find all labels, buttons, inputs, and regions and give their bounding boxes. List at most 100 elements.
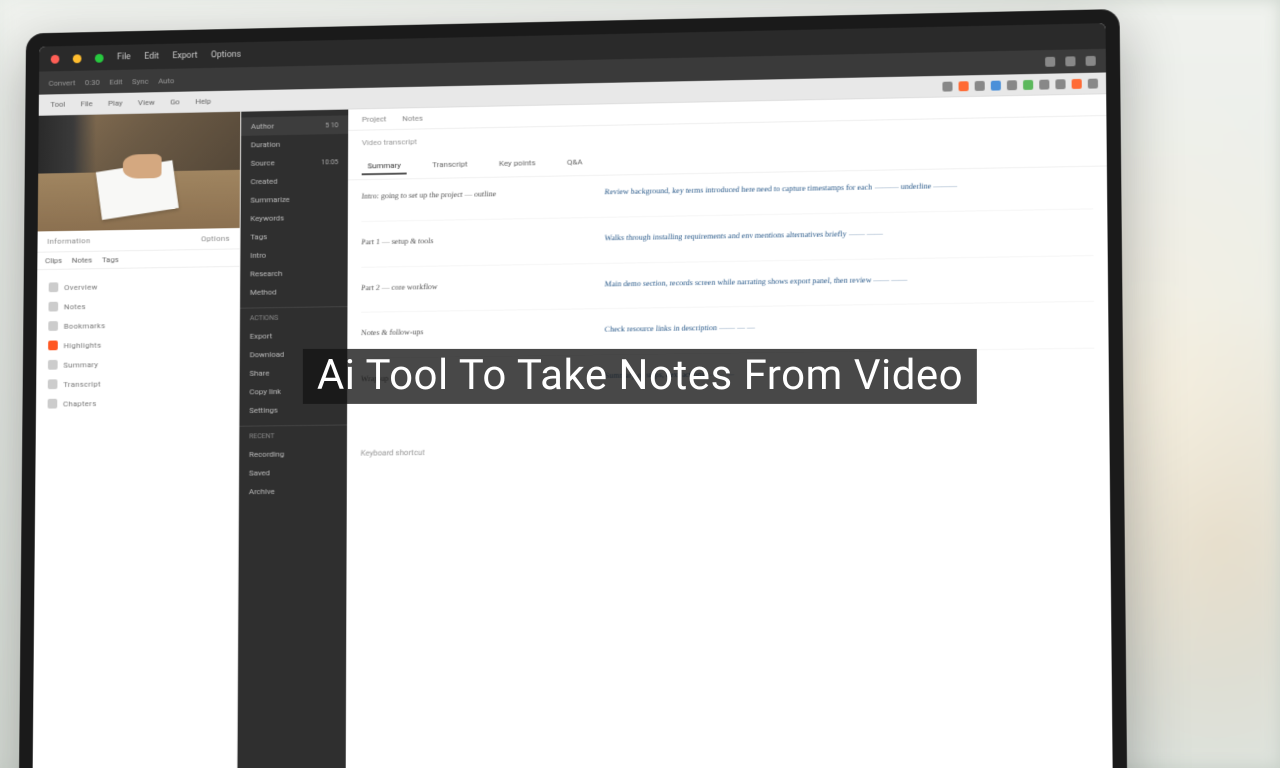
sidebar-item[interactable]: Recording — [239, 444, 347, 464]
sidebar-badge: 5 10 — [325, 121, 338, 129]
note-block: Part 2 — core workflow Main demo section… — [361, 270, 1094, 314]
sidebar-item[interactable]: Created — [241, 171, 348, 191]
ribbon-item[interactable]: Tool — [46, 98, 69, 111]
sidebar-label: Copy link — [249, 387, 281, 396]
hw-text: shows export panel, then review — [767, 273, 872, 289]
sidebar-item[interactable]: Export — [240, 326, 347, 346]
ribbon-icon[interactable] — [1007, 80, 1017, 90]
sidebar-label: Duration — [251, 140, 280, 149]
sidebar-item[interactable]: Intro — [240, 245, 347, 265]
hw-text: Part 1 — setup & tools — [361, 234, 434, 249]
sidebar-item[interactable]: Method — [240, 282, 347, 302]
sidebar-item[interactable]: Duration — [241, 134, 348, 154]
sidebar-badge: 10:05 — [321, 158, 338, 166]
item-icon — [49, 282, 59, 292]
ribbon-icon[interactable] — [1039, 79, 1049, 89]
sidebar-label: Share — [249, 369, 269, 378]
notes-body[interactable]: Intro: going to set up the project — out… — [347, 166, 1110, 470]
list-item[interactable]: Chapters — [36, 392, 239, 414]
sidebar-item[interactable]: Saved — [239, 463, 347, 483]
sidebar-item[interactable]: Summarize — [241, 189, 348, 209]
section-title: Recent — [249, 432, 274, 440]
sidebar-item[interactable]: Tags — [241, 226, 348, 246]
ribbon-icon[interactable] — [1088, 78, 1098, 88]
toolbar-icon[interactable] — [1045, 57, 1055, 67]
menu-export[interactable]: Export — [172, 51, 197, 61]
ribbon-item[interactable]: Go — [166, 96, 183, 109]
ribbon-icon[interactable] — [975, 80, 985, 90]
menu-edit[interactable]: Edit — [144, 52, 159, 62]
left-tab[interactable]: Clips — [45, 256, 62, 265]
menu-options[interactable]: Options — [211, 50, 241, 60]
sidebar-label: Created — [251, 177, 278, 186]
left-list: Overview Notes Bookmarks Highlights Summ… — [32, 267, 239, 768]
sidebar-item[interactable]: Source 10:05 — [241, 152, 348, 172]
list-item[interactable]: Transcript — [36, 372, 239, 394]
tool-auto[interactable]: Auto — [158, 76, 174, 85]
menu-file[interactable]: File — [117, 52, 131, 62]
ribbon-item[interactable]: Play — [104, 97, 126, 110]
note-heading: Part 1 — setup & tools — [361, 232, 592, 257]
note-heading: Part 2 — core workflow — [361, 277, 592, 302]
item-label: Highlights — [64, 340, 102, 349]
sidebar-section: Actions — [240, 306, 347, 327]
thumb-hand — [123, 154, 162, 179]
toolbar-icon[interactable] — [1086, 56, 1096, 66]
item-icon — [48, 379, 58, 389]
ribbon-icon[interactable] — [991, 80, 1001, 90]
ribbon-item[interactable]: File — [77, 97, 97, 110]
ribbon-icon[interactable] — [942, 81, 952, 91]
note-block: Intro: going to set up the project — out… — [362, 177, 1094, 222]
hw-text: Intro: going to set up the project — [361, 188, 463, 204]
meta-options[interactable]: Options — [201, 234, 230, 243]
sidebar-label: Download — [250, 350, 285, 359]
sidebar-item[interactable]: Research — [240, 263, 347, 283]
hw-text: ——— underline ——— — [874, 179, 958, 195]
crumb[interactable]: Notes — [402, 114, 423, 123]
sidebar-label: Method — [250, 288, 277, 297]
tool-edit[interactable]: Edit — [109, 77, 122, 86]
ribbon-icon[interactable] — [959, 81, 969, 91]
hw-text: Review background, key terms introduced … — [604, 183, 756, 200]
tab-transcript[interactable]: Transcript — [426, 157, 473, 174]
item-icon — [48, 360, 58, 370]
dark-sidebar: Author5 10 Duration Source10:05 Created … — [237, 110, 348, 768]
ribbon-icon[interactable] — [1072, 78, 1082, 88]
item-label: Bookmarks — [64, 321, 106, 330]
sidebar-item[interactable]: Archive — [239, 481, 347, 501]
ribbon-item[interactable]: View — [134, 96, 158, 109]
tab-qa[interactable]: Q&A — [561, 154, 588, 171]
note-content: Check resource links in description —— —… — [605, 316, 1095, 345]
close-icon[interactable] — [51, 54, 60, 63]
left-tab[interactable]: Notes — [72, 256, 93, 265]
sidebar-label: Source — [251, 158, 275, 167]
sidebar-label: Export — [250, 332, 273, 341]
tool-convert[interactable]: Convert — [49, 78, 76, 87]
note-content: Main demo section, records screen while … — [604, 270, 1093, 299]
list-item[interactable]: Summary — [36, 353, 239, 375]
sidebar-item[interactable]: Author5 10 — [241, 115, 348, 136]
hw-text: Part 2 — core workflow — [361, 280, 438, 295]
hw-text: mentions alternatives briefly — [755, 227, 848, 243]
maximize-icon[interactable] — [95, 53, 104, 62]
hw-text: — — — [736, 321, 755, 335]
note-heading: Intro: going to set up the project — out… — [362, 186, 593, 211]
left-panel: Information Options Clips Notes Tags Ove… — [32, 112, 241, 768]
minimize-icon[interactable] — [73, 54, 82, 63]
hw-text: —— —— — [848, 227, 883, 242]
ribbon-item[interactable]: Help — [191, 95, 215, 108]
sidebar-item[interactable]: Keywords — [241, 208, 348, 228]
item-label: Summary — [63, 360, 98, 369]
tool-sync[interactable]: Sync — [132, 76, 149, 85]
sidebar-label: Tags — [250, 232, 267, 241]
tab-summary[interactable]: Summary — [362, 158, 407, 175]
video-thumbnail[interactable] — [38, 112, 241, 232]
ribbon-icon[interactable] — [1023, 79, 1033, 89]
ribbon-icon[interactable] — [1055, 79, 1065, 89]
sidebar-label: Recording — [249, 450, 284, 459]
overlay-title-banner: Ai Tool To Take Notes From Video — [303, 349, 977, 403]
left-tab[interactable]: Tags — [102, 255, 119, 264]
tab-keypoints[interactable]: Key points — [493, 155, 541, 172]
crumb[interactable]: Project — [362, 115, 387, 124]
toolbar-icon[interactable] — [1065, 56, 1075, 66]
